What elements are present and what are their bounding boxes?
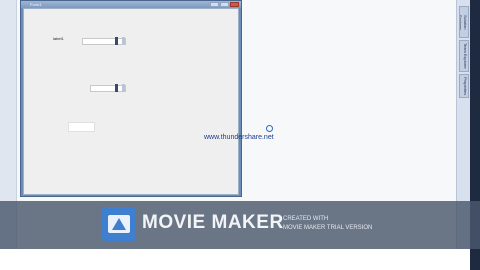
textbox-2[interactable] (90, 85, 126, 92)
banner-subtitle-1: CREATED WITH (283, 216, 329, 222)
form-window[interactable]: Form1 label1 (20, 0, 242, 197)
movie-maker-logo-icon (102, 207, 136, 241)
numeric-updown-1-mark (115, 37, 118, 45)
numeric-updown-1-arrows[interactable] (122, 37, 125, 45)
maximize-button[interactable] (220, 2, 229, 7)
window-controls (210, 2, 239, 7)
form-client-area: label1 (23, 8, 239, 195)
tab-solution-explorer[interactable]: Solution Explorer (459, 6, 469, 38)
textbox-1[interactable] (82, 38, 126, 45)
minimize-button[interactable] (210, 2, 219, 7)
watermark-url: www.thundershare.net (204, 134, 274, 141)
bottom-strip (0, 249, 470, 270)
tab-properties[interactable]: Properties (459, 74, 469, 98)
busy-cursor-icon (266, 125, 273, 132)
form-titlebar[interactable]: Form1 (21, 1, 241, 8)
label1: label1 (53, 36, 64, 41)
close-button[interactable] (230, 2, 239, 7)
form-title: Form1 (30, 2, 42, 7)
banner-title: MOVIE MAKER (142, 212, 284, 233)
numeric-updown-2-mark (115, 84, 118, 92)
banner-subtitle-2: MOVIE MAKER TRIAL VERSION (283, 225, 373, 231)
numeric-updown-2-arrows[interactable] (122, 84, 125, 92)
tab-team-explorer[interactable]: Team Explorer (459, 40, 469, 72)
blank-button[interactable] (68, 122, 95, 132)
